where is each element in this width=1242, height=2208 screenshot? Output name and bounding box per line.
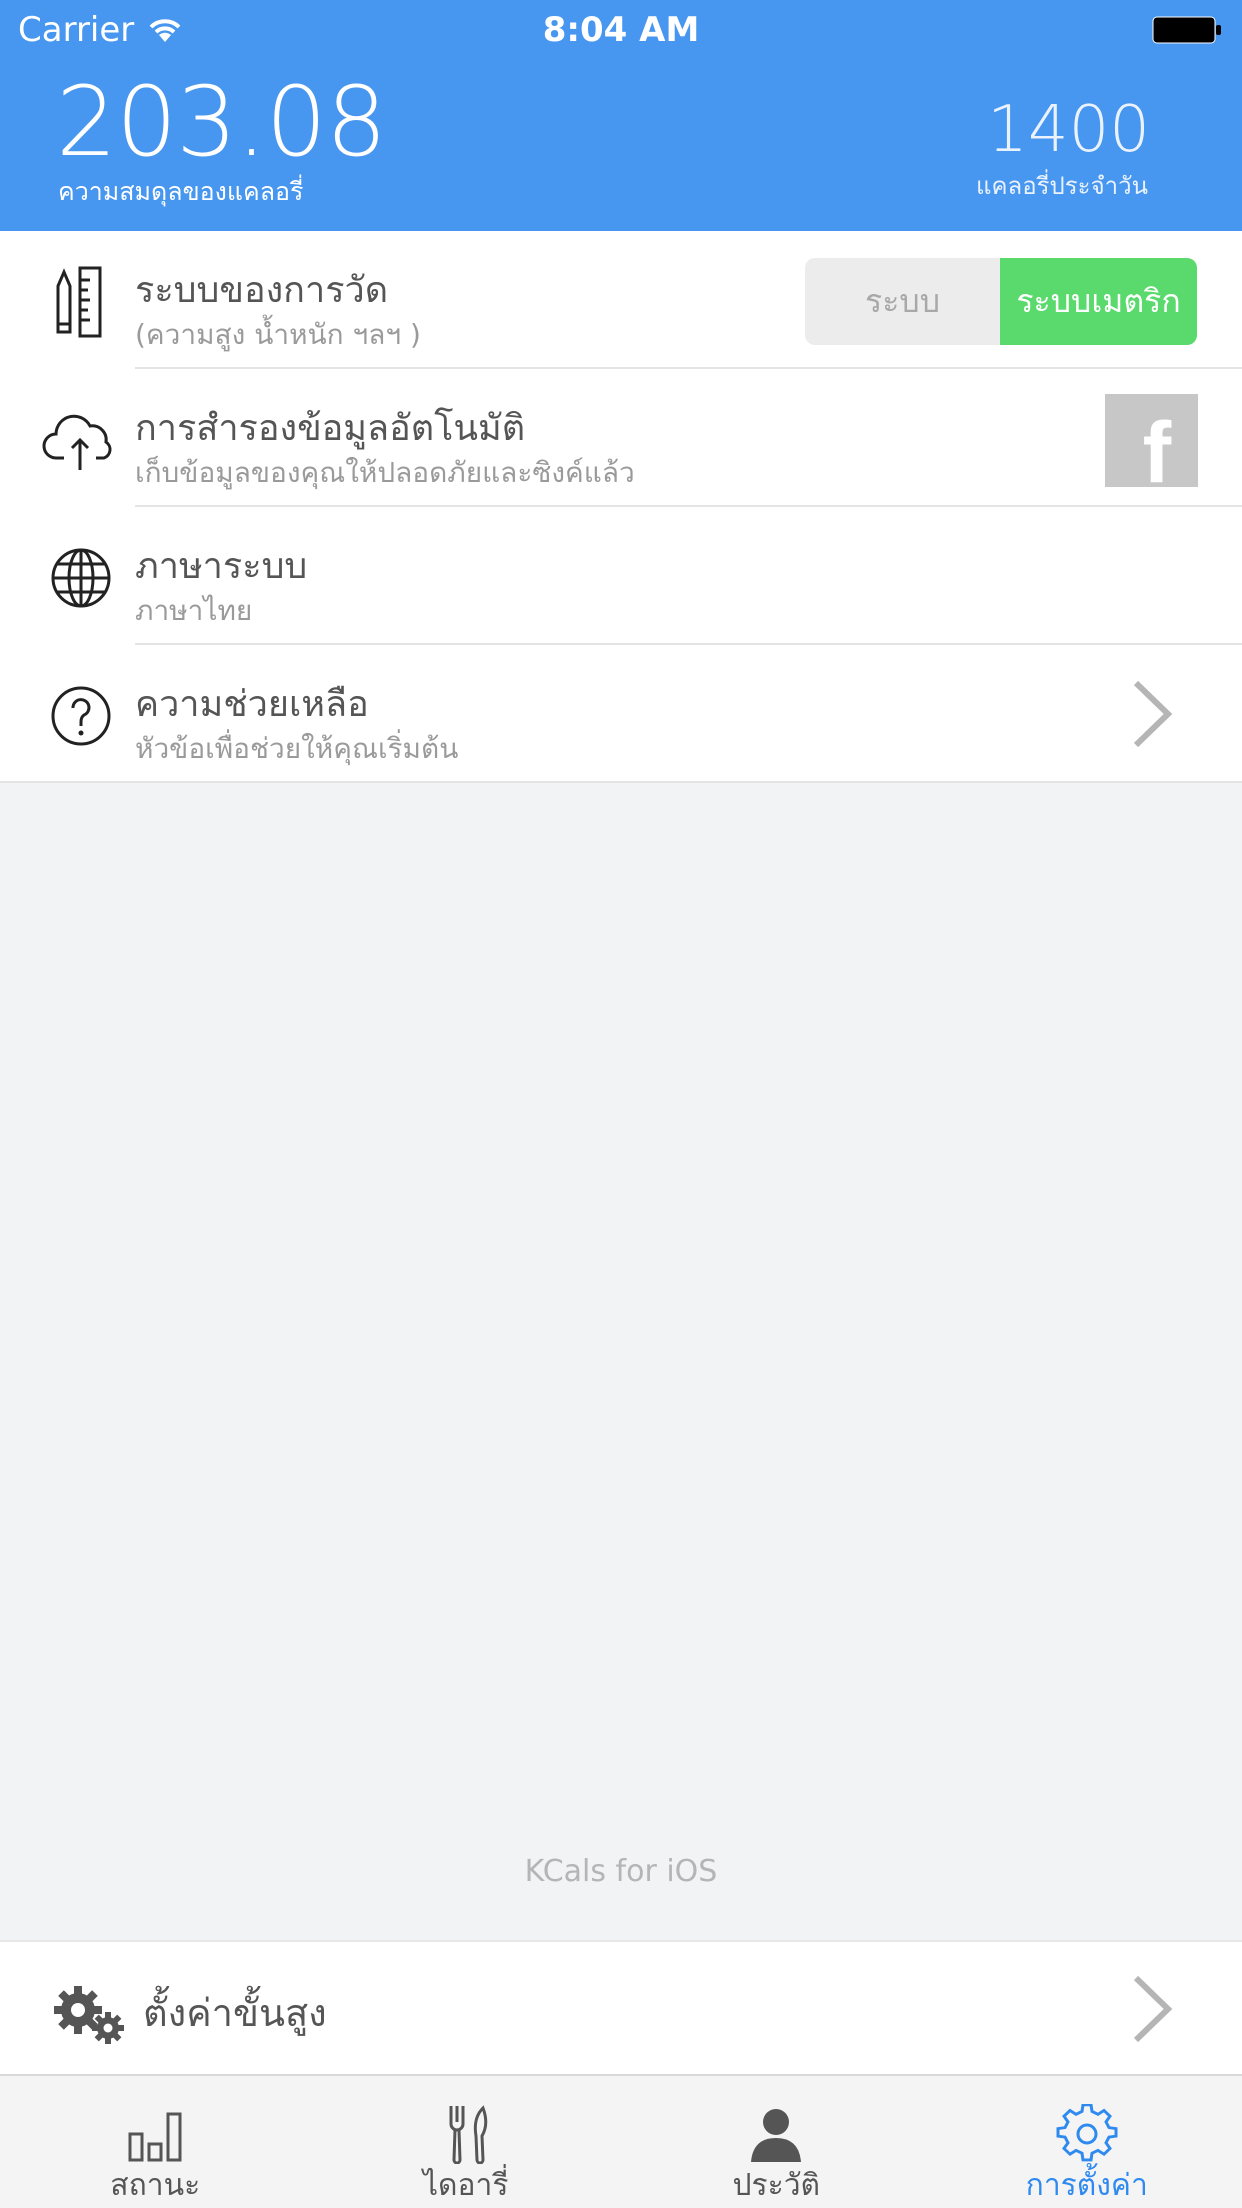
tab-label: การตั้งค่า — [1025, 2168, 1148, 2203]
language-subtitle: ภาษาไทย — [135, 594, 253, 627]
help-row[interactable]: ความช่วยเหลือ หัวข้อเพื่อช่วยให้คุณเริ่ม… — [0, 645, 1242, 783]
language-row[interactable]: ภาษาระบบ ภาษาไทย — [0, 507, 1242, 645]
fork-knife-icon — [449, 2105, 487, 2164]
unit-option-metric[interactable]: ระบบเมตริก — [1000, 258, 1197, 345]
daily-calories-value[interactable]: 1400 — [987, 98, 1150, 162]
unit-system-toggle[interactable]: ระบบ ระบบเมตริก — [805, 258, 1197, 345]
person-icon — [751, 2109, 802, 2162]
gear-icon — [1056, 2104, 1118, 2162]
tab-diary[interactable]: ไดอารี่ — [311, 2076, 622, 2208]
advanced-settings-label: ตั้งค่าขั้นสูง — [143, 1991, 327, 2035]
unit-option-imperial[interactable]: ระบบ — [805, 258, 1000, 345]
tab-label: สถานะ — [110, 2168, 201, 2203]
backup-title: การสำรองข้อมูลอัตโนมัติ — [135, 408, 526, 449]
app-version-caption: KCals for iOS — [524, 1854, 718, 1889]
tab-label: ประวัติ — [732, 2168, 821, 2203]
language-title: ภาษาระบบ — [135, 546, 308, 587]
facebook-icon[interactable]: f — [1105, 394, 1198, 487]
calorie-balance-label: ความสมดุลของแคลอรี่ — [58, 177, 304, 206]
ruler-pencil-icon — [56, 266, 102, 338]
battery-icon — [1152, 16, 1221, 44]
units-subtitle: (ความสูง น้ำหนัก ฯลฯ ) — [135, 318, 421, 351]
bar-chart-icon — [128, 2112, 182, 2162]
calorie-balance-value: 203.08 — [56, 66, 387, 178]
status-bar: Carrier 8:04 AM — [0, 0, 1242, 62]
backup-row[interactable]: การสำรองข้อมูลอัตโนมัติ เก็บข้อมูลของคุณ… — [0, 369, 1242, 507]
cloud-upload-icon — [42, 414, 112, 470]
globe-icon — [51, 548, 111, 608]
units-title: ระบบของการวัด — [135, 270, 389, 311]
tab-status[interactable]: สถานะ — [0, 2076, 311, 2208]
daily-calories-label: แคลอรี่ประจำวัน — [976, 172, 1148, 200]
chevron-right-icon — [1133, 1975, 1173, 2043]
backup-subtitle: เก็บข้อมูลของคุณให้ปลอดภัยและซิงค์แล้ว — [135, 456, 635, 489]
help-question-icon — [51, 686, 111, 746]
units-row: ระบบของการวัด (ความสูง น้ำหนัก ฯลฯ ) ระบ… — [0, 231, 1242, 369]
tab-settings[interactable]: การตั้งค่า — [932, 2076, 1242, 2208]
header: Carrier 8:04 AM 203.08 ความสมดุลของแคลอร… — [0, 0, 1242, 231]
help-subtitle: หัวข้อเพื่อช่วยให้คุณเริ่มต้น — [135, 732, 459, 765]
settings-list: ระบบของการวัด (ความสูง น้ำหนัก ฯลฯ ) ระบ… — [0, 231, 1242, 783]
tab-bar: สถานะ ไดอารี่ ประวัติ การตั้งค่า — [0, 2074, 1242, 2208]
tab-history[interactable]: ประวัติ — [621, 2076, 932, 2208]
gears-icon — [54, 1986, 124, 2044]
advanced-settings-row[interactable]: ตั้งค่าขั้นสูง — [0, 1940, 1242, 2074]
help-title: ความช่วยเหลือ — [135, 684, 369, 725]
status-time: 8:04 AM — [542, 10, 700, 50]
chevron-right-icon — [1133, 680, 1173, 748]
tab-label: ไดอารี่ — [422, 2168, 509, 2203]
divider — [0, 781, 1242, 783]
svg-text:f: f — [1143, 405, 1172, 487]
